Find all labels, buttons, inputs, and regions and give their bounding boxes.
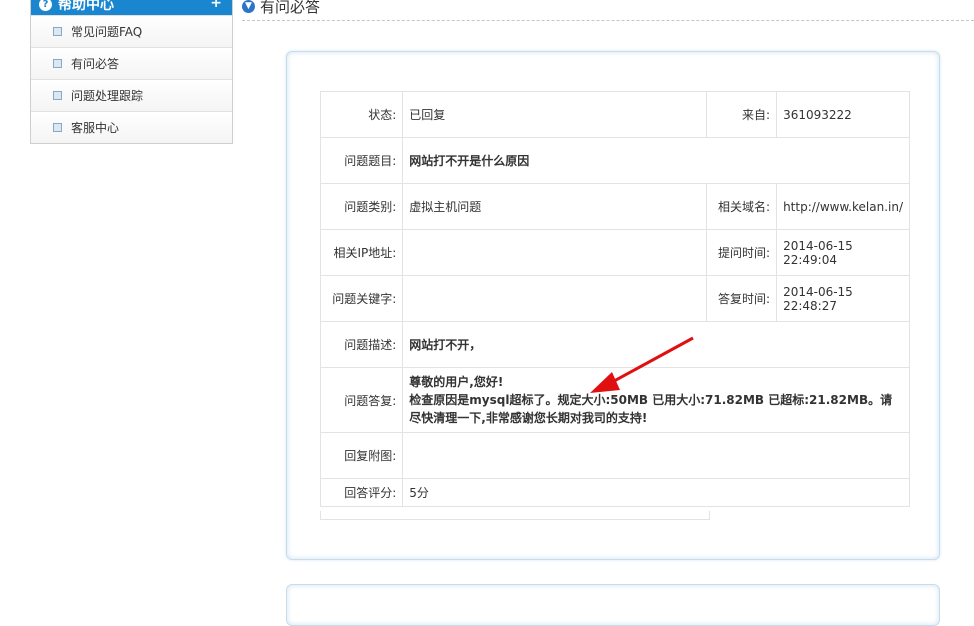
attachment-label: 回复附图: [319, 432, 404, 479]
from-value: 361093222 [776, 91, 910, 138]
sidebar-item-label: 客服中心 [71, 121, 120, 135]
answer-value: 尊敬的用户,您好! 检查原因是mysql超标了。规定大小:50MB 已用大小:7… [402, 367, 910, 433]
description-value: 网站打不开， [402, 321, 910, 368]
status-label: 状态: [319, 91, 404, 138]
description-label: 问题描述: [319, 321, 404, 368]
chevron-down-icon: ▼ [242, 0, 255, 13]
subject-value: 网站打不开是什么原因 [402, 137, 910, 184]
asked-time-label: 提问时间: [705, 229, 778, 276]
domain-value: http://www.kelan.in/ [776, 183, 910, 230]
expand-icon[interactable]: + [210, 0, 222, 13]
answer-label: 问题答复: [319, 367, 404, 433]
page-title: ▼ 有问必答 [242, 0, 974, 21]
ticket-card: 状态: 已回复 来自: 361093222 问题题目: 网站打不开是什么原因 问… [286, 51, 940, 560]
domain-label: 相关域名: [705, 183, 778, 230]
sidebar-header-title: 帮助中心 [58, 0, 114, 13]
answered-time-label: 答复时间: [705, 275, 778, 322]
sidebar-item-service[interactable]: 客服中心 [31, 111, 232, 143]
answered-time-value: 2014-06-15 22:48:27 [776, 275, 910, 322]
page-title-text: 有问必答 [260, 0, 321, 16]
table-footer-stub [320, 511, 710, 520]
subject-label: 问题题目: [319, 137, 404, 184]
sidebar-header[interactable]: ? 帮助中心 + [31, 0, 232, 15]
category-label: 问题类别: [319, 183, 404, 230]
ticket-table: 状态: 已回复 来自: 361093222 问题题目: 网站打不开是什么原因 问… [319, 91, 910, 507]
bullet-icon [53, 123, 62, 132]
sidebar-item-label: 有问必答 [71, 57, 120, 71]
keywords-label: 问题关键字: [319, 275, 404, 322]
sidebar-item-qa[interactable]: 有问必答 [31, 47, 232, 79]
answer-line: 尊敬的用户,您好! [409, 375, 504, 389]
rating-label: 回答评分: [319, 478, 404, 507]
sidebar-item-tracking[interactable]: 问题处理跟踪 [31, 79, 232, 111]
status-value: 已回复 [402, 91, 707, 138]
sidebar-item-label: 常见问题FAQ [71, 25, 143, 39]
asked-time-value: 2014-06-15 22:49:04 [776, 229, 910, 276]
answer-line: 检查原因是mysql超标了。规定大小:50MB 已用大小:71.82MB 已超标… [409, 393, 893, 407]
ip-label: 相关IP地址: [319, 229, 404, 276]
bullet-icon [53, 59, 62, 68]
sidebar-item-label: 问题处理跟踪 [71, 89, 144, 103]
bullet-icon [53, 91, 62, 100]
from-label: 来自: [705, 91, 778, 138]
answer-line: 尽快清理一下,非常感谢您长期对我司的支持! [409, 411, 648, 425]
keywords-value [402, 275, 707, 322]
sidebar-item-faq[interactable]: 常见问题FAQ [31, 15, 232, 47]
category-value: 虚拟主机问题 [402, 183, 707, 230]
attachment-value [402, 432, 910, 479]
ip-value [402, 229, 707, 276]
rating-value: 5分 [402, 478, 910, 507]
bullet-icon [53, 27, 62, 36]
next-card [286, 584, 940, 626]
sidebar: ? 帮助中心 + 常见问题FAQ 有问必答 问题处理跟踪 客服中心 [30, 0, 233, 144]
help-icon: ? [39, 0, 52, 11]
